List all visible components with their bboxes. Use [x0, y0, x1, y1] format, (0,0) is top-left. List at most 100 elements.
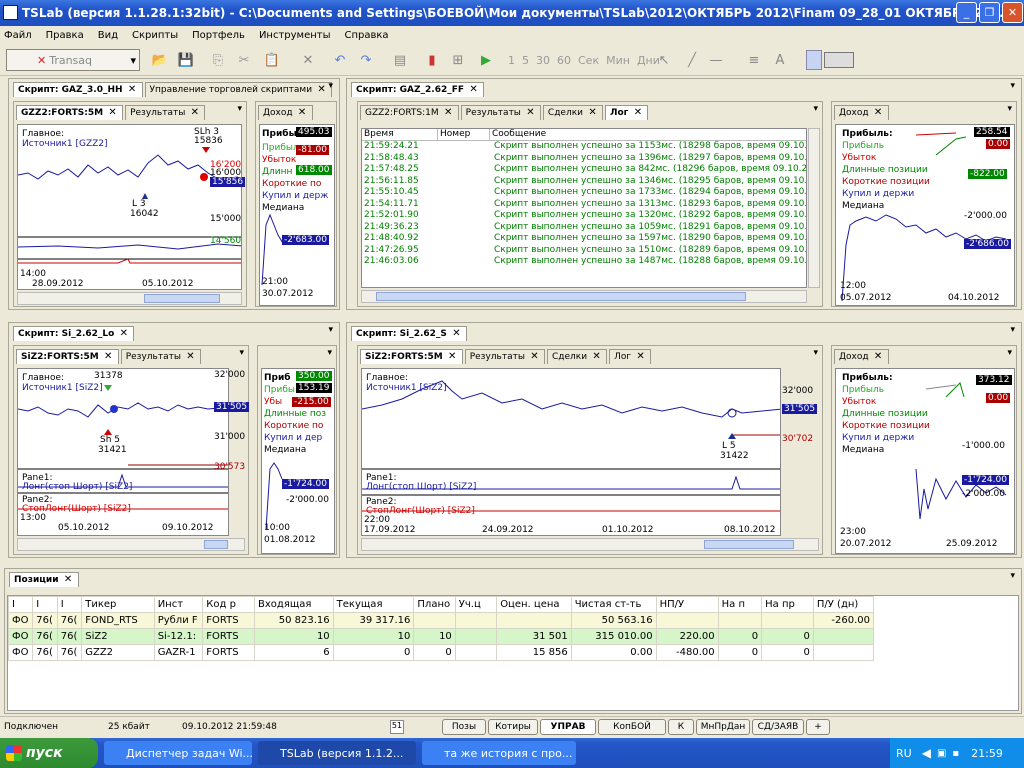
column-header[interactable]: I: [32, 596, 58, 613]
income-chart[interactable]: Прибыль: Прибыль Убыток Длинные позиции …: [835, 124, 1015, 306]
column-header[interactable]: Входящая: [254, 596, 334, 613]
panel-menu-icon[interactable]: ▾: [813, 348, 818, 358]
menu-edit[interactable]: Правка: [46, 30, 84, 41]
save-icon[interactable]: 💾: [176, 50, 196, 70]
undo-icon[interactable]: ↶: [330, 50, 350, 70]
tab-results[interactable]: Результаты ✕: [125, 105, 206, 120]
menu-help[interactable]: Справка: [345, 30, 389, 41]
bottom-tab[interactable]: К: [668, 719, 694, 735]
pointer-icon[interactable]: ↖: [654, 50, 674, 70]
tab-positions[interactable]: Позиции ✕: [9, 572, 79, 587]
column-header[interactable]: Оцен. цена: [496, 596, 572, 613]
close-icon[interactable]: ✕: [127, 84, 138, 96]
panel-menu-icon[interactable]: ▾: [328, 81, 333, 91]
interval-5[interactable]: 5: [522, 54, 529, 67]
panel-menu-icon[interactable]: ▾: [1010, 81, 1015, 91]
panel-menu-icon[interactable]: ▾: [813, 104, 818, 114]
log-row[interactable]: 21:59:24.21 Скрипт выполнен успешно за 11…: [362, 141, 806, 153]
log-row[interactable]: 21:49:36.23 Скрипт выполнен успешно за 10…: [362, 222, 806, 234]
column-header[interactable]: Текущая: [332, 596, 415, 613]
column-header[interactable]: Плано: [413, 596, 456, 613]
interval-60[interactable]: 60: [557, 54, 571, 67]
column-header[interactable]: На пр: [761, 596, 814, 613]
column-header[interactable]: I: [7, 596, 34, 613]
open-folder-icon[interactable]: 📂: [150, 50, 170, 70]
close-icon[interactable]: ✕: [451, 328, 462, 340]
close-icon[interactable]: ✕: [103, 351, 114, 363]
tab-chart[interactable]: SiZ2:FORTS:5M ✕: [16, 349, 119, 364]
layout-icon[interactable]: ⊞: [448, 50, 468, 70]
bottom-tab[interactable]: УПРАВ: [540, 719, 596, 735]
close-icon[interactable]: ✕: [118, 328, 129, 340]
tab-script-si262lo[interactable]: Скрипт: Si_2.62_Lo ✕: [13, 326, 135, 341]
language-indicator[interactable]: RU: [896, 747, 912, 760]
close-icon[interactable]: ✕: [873, 351, 884, 363]
log-row[interactable]: 21:55:10.45 Скрипт выполнен успешно за 17…: [362, 187, 806, 199]
menu-tools[interactable]: Инструменты: [259, 30, 331, 41]
panel-menu-icon[interactable]: ▾: [328, 325, 333, 335]
close-icon[interactable]: ✕: [632, 107, 643, 119]
close-icon[interactable]: ✕: [185, 351, 196, 363]
menu-scripts[interactable]: Скрипты: [132, 30, 178, 41]
bottom-tab[interactable]: Котиры: [488, 719, 538, 735]
log-row[interactable]: 21:46:03.06 Скрипт выполнен успешно за 14…: [362, 256, 806, 268]
interval-min[interactable]: Мин: [606, 54, 630, 67]
table-row[interactable]: ФО 76(76(SiZ2 Si-12.1: FORTS 10 10 10 31 501 315…: [7, 628, 875, 645]
log-row[interactable]: 21:47:26.95 Скрипт выполнен успешно за 15…: [362, 245, 806, 257]
paste-icon[interactable]: 📋: [262, 50, 282, 70]
close-icon[interactable]: ✕: [63, 574, 74, 586]
document-icon[interactable]: ▤: [390, 50, 410, 70]
tab-chart[interactable]: GZZ2:FORTS:1M ✕: [360, 105, 459, 120]
close-icon[interactable]: ✕: [297, 107, 308, 119]
log-row[interactable]: 21:52:01.90 Скрипт выполнен успешно за 13…: [362, 210, 806, 222]
vertical-scrollbar[interactable]: [808, 128, 820, 288]
hline-tool-icon[interactable]: —: [706, 50, 726, 70]
menu-file[interactable]: Файл: [4, 30, 32, 41]
positions-table[interactable]: I I I Тикер Инст Код р Входящая Текущая Плано Уч.…: [7, 595, 1019, 711]
fibo-icon[interactable]: ≡: [744, 50, 764, 70]
menu-portfolio[interactable]: Портфель: [192, 30, 245, 41]
tab-script-management[interactable]: Управление торговлей скриптами ✕: [144, 82, 333, 97]
column-header[interactable]: Сообщение: [490, 129, 546, 140]
tab-script-gaz262[interactable]: Скрипт: GAZ_2.62_FF ✕: [351, 82, 485, 97]
log-row[interactable]: 21:56:11.85 Скрипт выполнен успешно за 13…: [362, 176, 806, 188]
price-chart[interactable]: Главное: Источник1 [SiZ2] L 5 31422 Pane…: [361, 368, 781, 536]
bottom-tab[interactable]: МнПрДан: [696, 719, 750, 735]
menu-view[interactable]: Вид: [98, 30, 118, 41]
log-row[interactable]: 21:57:48.25 Скрипт выполнен успешно за 84…: [362, 164, 806, 176]
column-header[interactable]: П/У (дн): [812, 596, 875, 613]
dropdown-button[interactable]: [806, 50, 822, 70]
tab-chart[interactable]: GZZ2:FORTS:5M ✕: [16, 105, 124, 120]
panel-menu-icon[interactable]: ▾: [237, 104, 242, 114]
close-icon[interactable]: ✕: [447, 351, 458, 363]
run-icon[interactable]: ▶: [476, 50, 496, 70]
column-header[interactable]: I: [56, 596, 83, 613]
panel-menu-icon[interactable]: ▾: [239, 348, 244, 358]
text-tool-icon[interactable]: A: [770, 50, 790, 70]
bottom-tab[interactable]: Позы: [442, 719, 486, 735]
bottom-tab[interactable]: КопБОЙ: [598, 719, 666, 735]
tab-script-si262s[interactable]: Скрипт: Si_2.62_S ✕: [351, 326, 467, 341]
price-chart[interactable]: Главное: Источник1 [SiZ2] 31378 Sh 5 314…: [17, 368, 229, 536]
tray-network-icon[interactable]: ▣: [937, 748, 946, 759]
connection-select[interactable]: ✕ Transaq ▾: [6, 49, 140, 71]
close-icon[interactable]: ✕: [316, 84, 327, 96]
taskbar-tslab[interactable]: TSLab (версия 1.1.2...: [258, 741, 416, 765]
income-chart[interactable]: Прибыль: Прибыль Убыток Длинные позиции …: [835, 368, 1015, 554]
interval-30[interactable]: 30: [536, 54, 550, 67]
close-icon[interactable]: ✕: [635, 351, 646, 363]
panel-menu-icon[interactable]: ▾: [1007, 104, 1012, 114]
copy-icon[interactable]: ⎘: [208, 50, 228, 70]
minimize-button[interactable]: _: [956, 2, 977, 23]
close-icon[interactable]: ✕: [587, 107, 598, 119]
column-header[interactable]: Тикер: [81, 596, 155, 613]
tab-income[interactable]: Доход ✕: [258, 105, 313, 120]
tab-income[interactable]: Доход ✕: [834, 105, 889, 120]
calendar-icon[interactable]: 51: [390, 720, 404, 734]
panel-menu-icon[interactable]: ▾: [327, 348, 332, 358]
column-header[interactable]: Код р: [202, 596, 256, 613]
taskbar-browser[interactable]: та же история с про...: [422, 741, 576, 765]
log-row[interactable]: 21:48:40.92 Скрипт выполнен успешно за 15…: [362, 233, 806, 245]
income-chart[interactable]: Прибыль: Прибыл Убыток Длинн Короткие по…: [259, 124, 335, 306]
table-row[interactable]: ФО 76(76(GZZ2 GAZR-1 FORTS 6 0 0 15 856 0.00 -480…: [7, 644, 875, 661]
